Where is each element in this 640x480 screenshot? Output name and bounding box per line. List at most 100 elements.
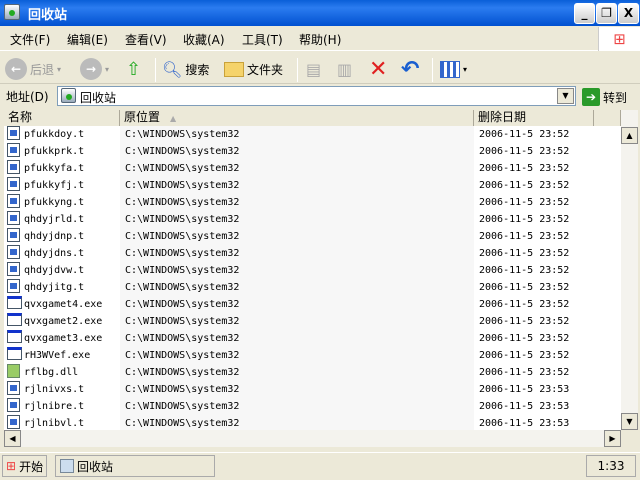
file-location: C:\WINDOWS\system32 — [125, 197, 240, 208]
menu-edit[interactable]: 编辑(E) — [67, 31, 108, 48]
file-name: rjlnibvl.t — [24, 418, 85, 429]
title-bar: 回收站 _ ❐ X — [0, 0, 640, 26]
sort-ascending-icon: ▲ — [170, 114, 177, 123]
file-row[interactable]: pfukkdoy.t C:\WINDOWS\system32 2006-11-5… — [4, 126, 621, 143]
file-icon — [7, 381, 20, 395]
menu-tools[interactable]: 工具(T) — [242, 31, 283, 48]
address-label: 地址(D) — [6, 90, 49, 104]
file-row[interactable]: pfukkprk.t C:\WINDOWS\system32 2006-11-5… — [4, 143, 621, 160]
minimize-button[interactable]: _ — [574, 3, 595, 24]
file-row[interactable]: rH3WVef.exe C:\WINDOWS\system32 2006-11-… — [4, 347, 621, 364]
file-name: pfukkprk.t — [24, 146, 85, 157]
column-header-name[interactable]: 名称 — [4, 110, 120, 126]
restore-button[interactable]: ❐ — [596, 3, 617, 24]
file-row[interactable]: qhdyjitg.t C:\WINDOWS\system32 2006-11-5… — [4, 279, 621, 296]
folders-button[interactable]: 文件夹 — [224, 56, 283, 82]
file-icon — [7, 279, 20, 293]
menu-help[interactable]: 帮助(H) — [299, 31, 341, 48]
go-button[interactable]: ➔ 转到 — [582, 84, 627, 110]
menu-bar: 文件(F) 编辑(E) 查看(V) 收藏(A) 工具(T) 帮助(H) — [0, 27, 640, 51]
file-row[interactable]: qhdyjdvw.t C:\WINDOWS\system32 2006-11-5… — [4, 262, 621, 279]
file-name: pfukkyng.t — [24, 197, 85, 208]
file-row[interactable]: rjlnibvl.t C:\WINDOWS\system32 2006-11-5… — [4, 415, 621, 430]
clock: 1:33 — [586, 455, 636, 477]
application-icon — [7, 347, 22, 360]
separator — [297, 58, 298, 82]
file-row[interactable]: pfukkyfj.t C:\WINDOWS\system32 2006-11-5… — [4, 177, 621, 194]
file-delete-date: 2006-11-5 23:52 — [479, 299, 570, 310]
file-delete-date: 2006-11-5 23:53 — [479, 401, 570, 412]
file-delete-date: 2006-11-5 23:52 — [479, 163, 570, 174]
file-delete-date: 2006-11-5 23:52 — [479, 129, 570, 140]
file-location: C:\WINDOWS\system32 — [125, 265, 240, 276]
file-row[interactable]: rjlnivxs.t C:\WINDOWS\system32 2006-11-5… — [4, 381, 621, 398]
file-row[interactable]: rflbg.dll C:\WINDOWS\system32 2006-11-5 … — [4, 364, 621, 381]
file-row[interactable]: qvxgamet3.exe C:\WINDOWS\system32 2006-1… — [4, 330, 621, 347]
vertical-scrollbar[interactable]: ▲ ▼ — [621, 110, 638, 430]
up-folder-button[interactable]: ⇧ — [126, 56, 141, 82]
scroll-up-button[interactable]: ▲ — [621, 127, 638, 144]
dll-file-icon — [7, 364, 20, 378]
file-row[interactable]: qhdyjrld.t C:\WINDOWS\system32 2006-11-5… — [4, 211, 621, 228]
file-row[interactable]: rjlnibre.t C:\WINDOWS\system32 2006-11-5… — [4, 398, 621, 415]
horizontal-scrollbar[interactable]: ◀ ▶ — [4, 430, 621, 447]
file-name: pfukkyfj.t — [24, 180, 85, 191]
delete-button[interactable]: ✕ — [369, 56, 387, 82]
file-row[interactable]: qvxgamet4.exe C:\WINDOWS\system32 2006-1… — [4, 296, 621, 313]
file-delete-date: 2006-11-5 23:53 — [479, 418, 570, 429]
chevron-down-icon: ▾ — [105, 64, 110, 74]
forward-arrow-icon: → — [80, 58, 102, 80]
file-row[interactable]: qvxgamet2.exe C:\WINDOWS\system32 2006-1… — [4, 313, 621, 330]
file-location: C:\WINDOWS\system32 — [125, 333, 240, 344]
views-button[interactable]: ▾ — [440, 56, 467, 82]
close-button[interactable]: X — [618, 3, 639, 24]
taskbar-item-recycle-bin[interactable]: 回收站 — [55, 455, 215, 477]
address-value: 回收站 — [80, 91, 117, 105]
file-name: qhdyjdns.t — [24, 248, 85, 259]
back-arrow-icon: ← — [5, 58, 27, 80]
menu-file[interactable]: 文件(F) — [10, 31, 50, 48]
scroll-down-button[interactable]: ▼ — [621, 413, 638, 430]
move-to-button[interactable]: ▤ — [306, 56, 321, 82]
file-name: rflbg.dll — [24, 367, 79, 378]
scroll-left-button[interactable]: ◀ — [4, 430, 21, 447]
separator — [155, 58, 156, 82]
file-row[interactable]: pfukkyfa.t C:\WINDOWS\system32 2006-11-5… — [4, 160, 621, 177]
menu-favorites[interactable]: 收藏(A) — [183, 31, 225, 48]
menu-view[interactable]: 查看(V) — [125, 31, 167, 48]
file-name: qhdyjitg.t — [24, 282, 85, 293]
views-icon — [440, 60, 460, 78]
file-location: C:\WINDOWS\system32 — [125, 231, 240, 242]
delete-x-icon: ✕ — [369, 56, 388, 82]
column-header-date[interactable]: 删除日期 — [474, 110, 594, 126]
forward-button[interactable]: → ▾ — [80, 56, 109, 82]
file-name: qhdyjdvw.t — [24, 265, 85, 276]
file-delete-date: 2006-11-5 23:52 — [479, 248, 570, 259]
scroll-right-button[interactable]: ▶ — [604, 430, 621, 447]
file-icon — [7, 228, 20, 242]
file-location: C:\WINDOWS\system32 — [125, 418, 240, 429]
address-dropdown-button[interactable]: ▼ — [557, 88, 574, 104]
file-location: C:\WINDOWS\system32 — [125, 282, 240, 293]
file-name: qvxgamet4.exe — [24, 299, 103, 310]
file-delete-date: 2006-11-5 23:53 — [479, 384, 570, 395]
address-input[interactable]: 回收站 ▼ — [57, 86, 576, 106]
copy-to-button[interactable]: ▥ — [337, 56, 352, 82]
recycle-bin-icon — [60, 459, 74, 473]
back-button[interactable]: ← 后退 ▾ — [5, 56, 61, 82]
chevron-down-icon: ▾ — [57, 64, 62, 74]
file-icon — [7, 177, 20, 191]
file-row[interactable]: pfukkyng.t C:\WINDOWS\system32 2006-11-5… — [4, 194, 621, 211]
list-header: 名称 原位置 ▲ 删除日期 — [4, 110, 621, 126]
start-button[interactable]: ⊞ 开始 — [2, 455, 48, 477]
file-row[interactable]: qhdyjdns.t C:\WINDOWS\system32 2006-11-5… — [4, 245, 621, 262]
file-icon — [7, 126, 20, 140]
column-header-location[interactable]: 原位置 ▲ — [120, 110, 474, 126]
window-title: 回收站 — [28, 8, 68, 23]
file-icon — [7, 143, 20, 157]
search-button[interactable]: 🔍︎ 搜索 — [162, 56, 209, 82]
file-row[interactable]: qhdyjdnp.t C:\WINDOWS\system32 2006-11-5… — [4, 228, 621, 245]
folder-icon — [224, 61, 244, 77]
file-name: qvxgamet3.exe — [24, 333, 103, 344]
undo-button[interactable]: ↶ — [401, 56, 419, 82]
